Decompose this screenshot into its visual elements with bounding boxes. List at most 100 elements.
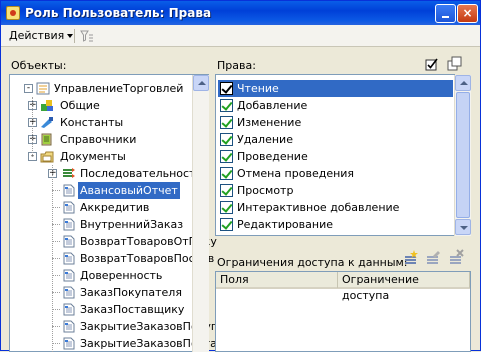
scroll-down-button[interactable] [455,219,471,235]
tree-node[interactable]: + Константы [10,114,200,131]
rights-list-item[interactable]: Редактирование [218,216,453,233]
scroll-up-button[interactable] [193,75,209,91]
tree-connector [52,292,60,293]
close-button[interactable]: × [457,4,478,23]
delete-row-icon[interactable] [448,249,464,265]
tree-node[interactable]: Доверенность [10,267,200,284]
tree-node-label: ВнутреннийЗаказ [80,218,184,231]
document-icon [63,218,75,231]
tree-node[interactable]: ЗаказПокупателя [10,284,200,301]
document-icon [63,184,75,197]
right-checkbox[interactable] [220,99,233,112]
rights-list-item[interactable]: Отмена проведения [218,165,453,182]
rights-list-item[interactable]: Изменение [218,114,453,131]
toolbar: Действия [1,25,480,47]
right-label: Добавление [237,99,308,112]
right-checkbox[interactable] [220,201,233,214]
tree-connector [52,275,60,276]
rights-list-item[interactable]: Чтение [218,80,453,97]
right-label: Интерактивное добавление [237,201,400,214]
right-checkbox[interactable] [220,116,233,129]
tree-node-label: Справочники [60,133,137,146]
scroll-up-button[interactable] [455,75,471,91]
right-checkbox[interactable] [220,167,233,180]
rights-list-item[interactable]: Добавление [218,97,453,114]
document-icon [63,286,75,299]
tree-node[interactable]: + Общие [10,97,200,114]
rights-label: Права: [217,59,256,72]
rights-list-item[interactable]: Удаление [218,131,453,148]
collapse-icon[interactable]: - [24,84,33,93]
tree-node-label: Последовательности [80,167,203,180]
tree-node[interactable]: ЗакрытиеЗаказовПокуп [10,318,218,335]
document-icon [63,235,75,248]
config-icon [36,82,50,95]
sequence-icon [63,168,75,178]
tree-node-label: ЗаказПоставщику [80,303,185,316]
restrictions-table[interactable]: Поля Ограничение доступа [215,271,471,352]
right-checkbox[interactable] [220,82,233,95]
column-header-fields[interactable]: Поля [216,272,338,288]
tree-connector [52,224,60,225]
tree-node[interactable]: + Справочники [10,131,200,148]
objects-tree-scrollbar[interactable] [192,75,209,352]
scroll-thumb[interactable] [456,92,470,218]
tree-node[interactable]: ВозвратТоваровПостав [10,250,214,267]
rights-list-item[interactable]: Проведение [218,148,453,165]
tree-node[interactable]: - Документы [10,148,200,165]
common-icon [41,100,53,111]
add-row-icon[interactable] [403,249,419,265]
dropdown-arrow-icon [67,34,74,38]
window-title: Роль Пользователь: Права [25,6,212,20]
objects-label: Объекты: [11,59,67,72]
tree-node[interactable]: Аккредитив [10,199,200,216]
tree-connector [52,207,60,208]
tree-node-label: АвансовыйОтчет [77,181,181,200]
uncheck-all-icon[interactable] [447,56,463,72]
rights-list-item[interactable]: Просмотр [218,182,453,199]
tree-guide-line [32,97,33,157]
tree-node-label: Общие [60,99,100,112]
right-checkbox[interactable] [220,184,233,197]
right-label: Проведение [237,150,308,163]
tree-node-label: Документы [60,150,126,163]
constants-icon [41,117,53,128]
right-checkbox[interactable] [220,218,233,231]
tree-node[interactable]: ВнутреннийЗаказ [10,216,200,233]
tree-node[interactable]: ЗаказПоставщику [10,301,200,318]
edit-row-icon[interactable] [425,249,441,265]
right-checkbox[interactable] [220,133,233,146]
restrictions-label: Ограничения доступа к данным: [217,256,408,269]
right-label: Редактирование [237,218,333,231]
filter-icon[interactable] [80,29,94,43]
right-label: Просмотр [237,184,294,197]
right-label: Удаление [237,133,293,146]
catalogs-icon [41,133,52,146]
tree-guide-line [52,165,53,352]
tree-node[interactable]: АвансовыйОтчет [10,181,200,200]
rights-list-scrollbar[interactable] [454,75,471,236]
document-icon [63,320,75,333]
tree-node[interactable]: ВозвратТоваровОтПоку [10,233,217,250]
tree-node[interactable]: - УправлениеТорговлей [10,80,200,97]
tree-connector [52,190,60,191]
document-icon [63,201,75,214]
rights-window: Роль Пользователь: Права × Действия Объе… [0,0,481,352]
actions-label: Действия [9,29,65,42]
actions-menu-button[interactable]: Действия [7,28,75,44]
tree-node[interactable]: + Последовательности [10,165,203,182]
right-checkbox[interactable] [220,150,233,163]
minimize-button[interactable] [435,4,456,23]
check-all-icon[interactable] [425,56,439,72]
title-bar[interactable]: Роль Пользователь: Права × [1,1,480,25]
tree-node[interactable]: ЗакрытиеЗаказовПоста [10,335,217,352]
rights-list-item[interactable]: Интерактивное добавление [218,199,453,216]
tree-connector [52,343,60,344]
toolbar-separator [74,29,75,43]
column-header-access-restriction[interactable]: Ограничение доступа [338,272,470,302]
right-label: Изменение [237,116,302,129]
minimize-icon [442,16,449,18]
documents-icon [40,151,54,163]
tree-connector [52,241,60,242]
tree-node-label: ЗаказПокупателя [80,286,182,299]
